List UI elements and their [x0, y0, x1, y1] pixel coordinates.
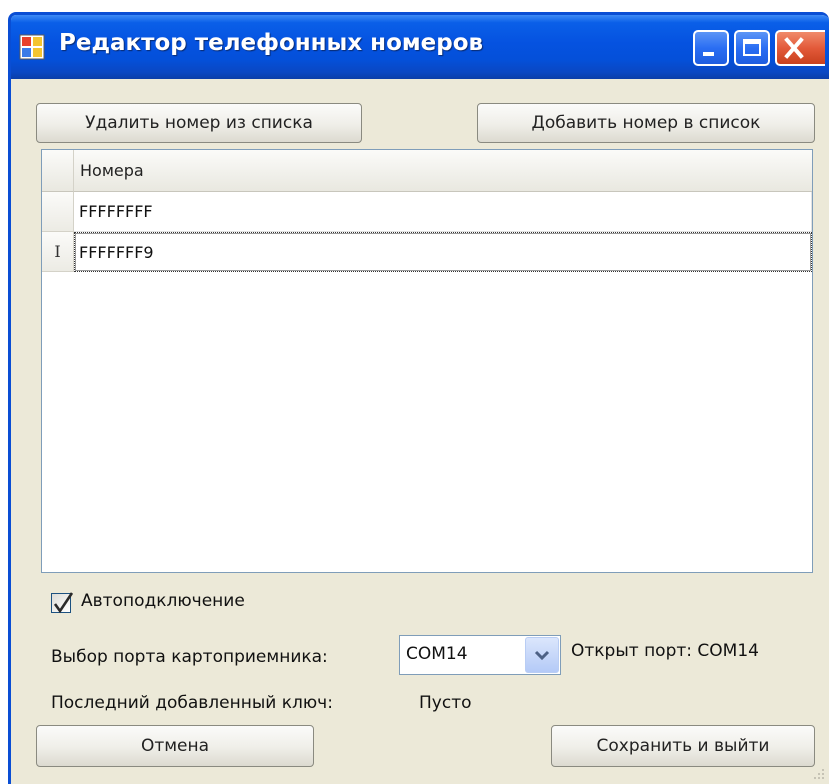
close-button[interactable]: [775, 30, 825, 66]
row-header[interactable]: [42, 192, 74, 232]
title-bar[interactable]: Редактор телефонных номеров: [11, 15, 829, 79]
autoconnect-label[interactable]: Автоподключение: [81, 591, 245, 611]
checkmark-icon: [53, 592, 74, 614]
port-status-text: Открыт порт: COM14: [571, 641, 759, 661]
app-icon: [19, 34, 45, 60]
maximize-icon: [743, 39, 761, 56]
port-select[interactable]: COM14: [399, 635, 561, 675]
resize-grip-icon[interactable]: [813, 768, 825, 780]
main-window: Редактор телефонных номеров Удалить номе…: [8, 12, 829, 784]
chevron-down-icon: [534, 650, 550, 661]
cancel-button[interactable]: Отмена: [36, 725, 314, 767]
autoconnect-checkbox[interactable]: [51, 592, 74, 614]
port-dropdown-button[interactable]: [525, 637, 559, 673]
maximize-button[interactable]: [734, 30, 770, 66]
numbers-grid[interactable]: Номера FFFFFFFF I FFFFFFF9: [41, 149, 813, 573]
last-key-value: Пусто: [419, 693, 472, 713]
port-select-label: Выбор порта картоприемника:: [51, 647, 328, 667]
close-icon: [784, 37, 804, 59]
save-and-exit-button[interactable]: Сохранить и выйти: [551, 725, 815, 767]
minimize-button[interactable]: [693, 30, 729, 66]
table-cell-editing[interactable]: FFFFFFF9: [74, 232, 812, 272]
last-key-label: Последний добавленный ключ:: [51, 693, 333, 713]
add-number-button[interactable]: Добавить номер в список: [477, 103, 815, 143]
table-cell[interactable]: FFFFFFFF: [74, 192, 812, 232]
row-edit-marker[interactable]: I: [42, 232, 74, 272]
column-header-numbers[interactable]: Номера: [74, 150, 812, 192]
minimize-icon: [703, 52, 714, 56]
port-select-value: COM14: [406, 644, 468, 664]
grid-corner[interactable]: [42, 150, 74, 192]
delete-number-button[interactable]: Удалить номер из списка: [36, 103, 362, 143]
window-title: Редактор телефонных номеров: [59, 30, 484, 56]
